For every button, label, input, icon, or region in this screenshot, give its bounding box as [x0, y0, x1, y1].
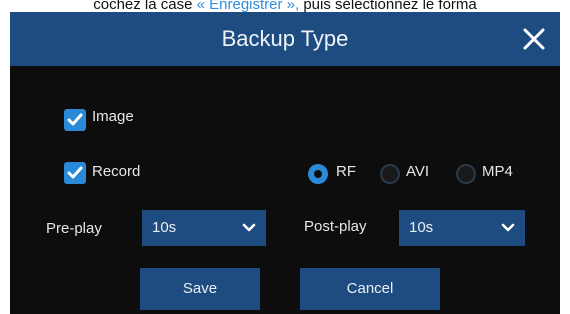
format-radio-rf[interactable]: [308, 164, 328, 184]
pre-play-value: 10s: [152, 219, 177, 236]
format-label-mp4: MP4: [482, 163, 513, 180]
record-checkbox[interactable]: [64, 162, 86, 184]
post-play-label: Post-play: [304, 218, 367, 235]
format-label-avi: AVI: [406, 163, 430, 180]
dialog-title: Backup Type: [221, 26, 349, 51]
format-radio-mp4[interactable]: [456, 164, 476, 184]
pre-play-select[interactable]: 10s: [142, 210, 266, 246]
close-icon[interactable]: [516, 21, 552, 57]
record-label: Record: [92, 163, 141, 180]
dialog-titlebar: Backup Type: [10, 12, 560, 66]
post-play-value: 10s: [409, 219, 434, 236]
chevron-down-icon: [242, 223, 256, 232]
pre-play-label: Pre-play: [46, 220, 102, 237]
format-radio-avi[interactable]: [380, 164, 400, 184]
post-play-select[interactable]: 10s: [399, 210, 525, 246]
checkmark-icon: [67, 166, 83, 179]
backup-type-dialog: Backup Type Image Record RF AVI MP4 Pre-…: [10, 12, 560, 314]
save-button[interactable]: Save: [140, 268, 260, 310]
checkmark-icon: [67, 113, 83, 126]
chevron-down-icon: [501, 223, 515, 232]
cancel-button[interactable]: Cancel: [300, 268, 440, 310]
format-label-rf: RF: [336, 163, 356, 180]
image-checkbox[interactable]: [64, 109, 86, 131]
image-label: Image: [92, 108, 134, 125]
